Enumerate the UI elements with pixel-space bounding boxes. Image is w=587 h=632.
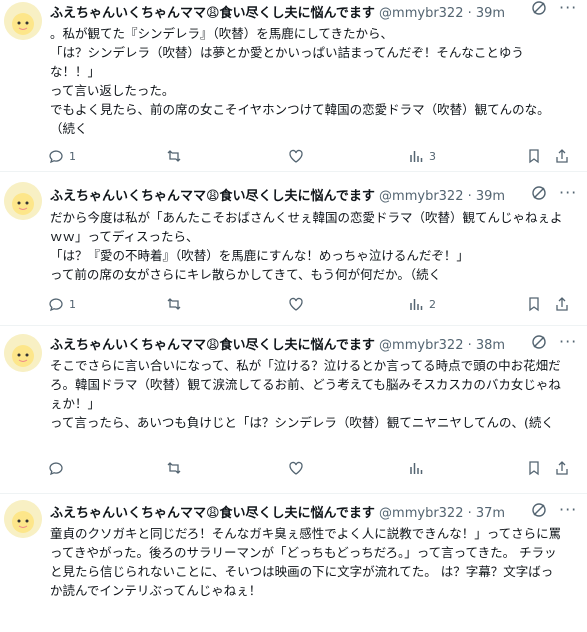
- timestamp[interactable]: · 37m: [468, 506, 505, 521]
- more-options-icon[interactable]: ···: [559, 0, 577, 17]
- bookmark-icon: [529, 461, 539, 476]
- tweet-text: 童貞のクソガキと同じだろ！そんなガキ臭ぇ感性でよく人に説教できんな！」ってさらに…: [50, 526, 562, 598]
- views-button[interactable]: 3: [408, 146, 436, 166]
- retweet-button[interactable]: [166, 146, 182, 166]
- tweet-text: そこでさらに言い合いになって、私が「泣ける？泣けるとか言ってる時点で頭の中お花畑…: [50, 358, 561, 430]
- timestamp[interactable]: · 38m: [468, 338, 505, 353]
- user-handle[interactable]: @mmybr322: [379, 189, 463, 204]
- bookmark-button[interactable]: [526, 146, 542, 166]
- bookmark-icon: [529, 149, 539, 164]
- bookmark-button[interactable]: [526, 294, 542, 314]
- user-handle[interactable]: @mmybr322: [379, 338, 463, 353]
- avatar[interactable]: [4, 334, 42, 372]
- tweet[interactable]: ふえちゃんいくちゃんママ😩食い尽くし夫に悩んでます @mmybr322 · 38…: [0, 326, 587, 494]
- grok-icon[interactable]: [531, 502, 547, 518]
- avatar[interactable]: [4, 500, 42, 538]
- retweet-button[interactable]: [166, 294, 182, 314]
- more-options-icon[interactable]: ···: [559, 500, 577, 519]
- reply-icon: [49, 462, 63, 476]
- reply-count: 1: [69, 149, 76, 163]
- timestamp[interactable]: · 39m: [468, 189, 505, 204]
- more-options-icon[interactable]: ···: [559, 332, 577, 351]
- tweet-text: 。私が観てた『シンデレラ』（吹替）を馬鹿にしてきたから、 「は？シンデレラ（吹替…: [50, 26, 550, 136]
- retweet-icon: [167, 298, 181, 310]
- retweet-icon: [167, 150, 181, 162]
- user-handle[interactable]: @mmybr322: [379, 6, 463, 21]
- grok-icon[interactable]: [531, 185, 547, 201]
- views-button[interactable]: [408, 458, 424, 478]
- reply-icon: [49, 298, 63, 312]
- share-icon: [556, 297, 568, 311]
- share-button[interactable]: [554, 146, 570, 166]
- more-options-icon[interactable]: ···: [559, 183, 577, 202]
- retweet-button[interactable]: [166, 458, 182, 478]
- analytics-icon: [410, 151, 423, 162]
- retweet-icon: [167, 462, 181, 474]
- timestamp[interactable]: · 39m: [468, 6, 505, 21]
- reply-icon: [49, 150, 63, 164]
- tweet[interactable]: ふえちゃんいくちゃんママ😩食い尽くし夫に悩んでます @mmybr322 · 39…: [0, 0, 587, 172]
- like-button[interactable]: [288, 294, 304, 314]
- analytics-icon: [410, 463, 423, 474]
- like-button[interactable]: [288, 146, 304, 166]
- display-name[interactable]: ふえちゃんいくちゃんママ😩食い尽くし夫に悩んでます: [50, 338, 375, 353]
- tweet[interactable]: ふえちゃんいくちゃんママ😩食い尽くし夫に悩んでます @mmybr322 · 37…: [0, 494, 587, 632]
- grok-icon[interactable]: [531, 0, 547, 16]
- display-name[interactable]: ふえちゃんいくちゃんママ😩食い尽くし夫に悩んでます: [50, 189, 375, 204]
- bookmark-icon: [529, 297, 539, 312]
- reply-count: 1: [69, 297, 76, 311]
- bookmark-button[interactable]: [526, 458, 542, 478]
- view-count: 3: [429, 149, 436, 163]
- views-button[interactable]: 2: [408, 294, 436, 314]
- heart-icon: [289, 297, 303, 311]
- avatar[interactable]: [4, 2, 42, 40]
- grok-icon[interactable]: [531, 334, 547, 350]
- reply-button[interactable]: [48, 458, 69, 478]
- share-button[interactable]: [554, 294, 570, 314]
- share-icon: [556, 149, 568, 163]
- avatar[interactable]: [4, 182, 42, 220]
- heart-icon: [289, 461, 303, 475]
- analytics-icon: [410, 299, 423, 310]
- user-handle[interactable]: @mmybr322: [379, 506, 463, 521]
- reply-button[interactable]: 1: [48, 146, 76, 166]
- heart-icon: [289, 149, 303, 163]
- reply-button[interactable]: 1: [48, 294, 76, 314]
- display-name[interactable]: ふえちゃんいくちゃんママ😩食い尽くし夫に悩んでます: [50, 506, 375, 521]
- like-button[interactable]: [288, 458, 304, 478]
- display-name[interactable]: ふえちゃんいくちゃんママ😩食い尽くし夫に悩んでます: [50, 6, 375, 21]
- share-button[interactable]: [554, 458, 570, 478]
- tweet-text: だから今度は私が「あんたこそおばさんくせぇ韓国の恋愛ドラマ（吹替）観てんじゃねぇ…: [50, 210, 563, 282]
- view-count: 2: [429, 297, 436, 311]
- share-icon: [556, 461, 568, 475]
- tweet[interactable]: ふえちゃんいくちゃんママ😩食い尽くし夫に悩んでます @mmybr322 · 39…: [0, 172, 587, 326]
